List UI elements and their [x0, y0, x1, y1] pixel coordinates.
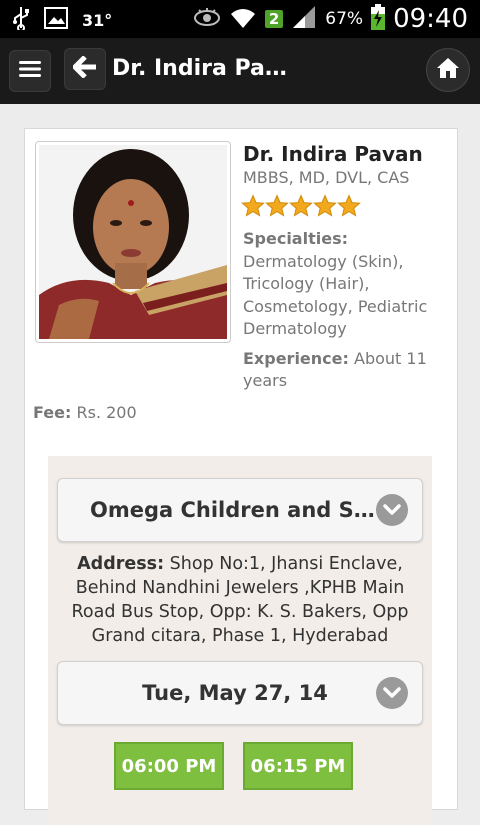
temperature-text: 31° [82, 10, 113, 30]
page-title: Dr. Indira Pa… [112, 56, 287, 81]
clinic-select[interactable]: Omega Children and Skin Clinic [57, 478, 423, 542]
home-icon [436, 57, 460, 83]
notification-badge: 2 [264, 10, 284, 28]
chevron-down-icon [376, 494, 408, 526]
doctor-qualifications: MBBS, MD, DVL, CAS [243, 168, 410, 187]
doctor-name: Dr. Indira Pavan [243, 142, 423, 166]
clinic-section: Omega Children and Skin Clinic Address: … [48, 456, 432, 825]
time-slot-button[interactable]: 06:00 PM [114, 742, 224, 790]
star-icon [313, 193, 337, 225]
experience: Experience: About 11 years [243, 348, 453, 393]
experience-label: Experience: [243, 348, 349, 368]
star-icon [241, 193, 265, 225]
back-button[interactable] [64, 48, 106, 90]
battery-percent: 67% [325, 9, 364, 29]
arrow-left-icon [72, 55, 97, 82]
eye-icon [193, 6, 221, 32]
doctor-info: Dr. Indira Pavan MBBS, MD, DVL, CAS Spec… [241, 141, 453, 393]
status-bar: 31° 2 67% 09:40 [0, 0, 480, 38]
fee-label: Fee: [33, 403, 72, 422]
fee: Fee: Rs. 200 [33, 403, 137, 422]
hamburger-icon [19, 60, 41, 82]
date-select[interactable]: Tue, May 27, 14 [57, 661, 423, 725]
wifi-icon [229, 4, 257, 34]
chevron-down-icon [376, 677, 408, 709]
fee-value: Rs. 200 [76, 403, 137, 422]
menu-button[interactable] [9, 50, 51, 92]
date-select-value: Tue, May 27, 14 [142, 681, 328, 705]
clinic-address: Address: Shop No:1, Jhansi Enclave, Behi… [62, 552, 418, 648]
signal-icon [291, 4, 317, 34]
clock: 09:40 [393, 4, 468, 34]
specialties: Specialties: Dermatology (Skin), Tricolo… [243, 228, 453, 341]
specialties-value: Dermatology (Skin), Tricology (Hair), Co… [243, 251, 428, 339]
doctor-portrait-image [39, 145, 227, 339]
time-slot-button[interactable]: 06:15 PM [243, 742, 353, 790]
star-icon [265, 193, 289, 225]
action-bar: Dr. Indira Pa… [0, 38, 480, 104]
star-icon [337, 193, 361, 225]
content-area: Dr. Indira Pavan MBBS, MD, DVL, CAS Spec… [0, 104, 480, 825]
rating-stars [241, 193, 453, 225]
star-icon [289, 193, 313, 225]
home-button[interactable] [426, 48, 470, 92]
battery-charging-icon [371, 4, 386, 34]
clinic-select-value: Omega Children and Skin Clinic [90, 498, 380, 522]
specialties-label: Specialties: [243, 229, 348, 248]
address-label: Address: [77, 554, 165, 574]
usb-icon [12, 6, 30, 34]
doctor-profile-card: Dr. Indira Pavan MBBS, MD, DVL, CAS Spec… [24, 128, 458, 825]
gallery-icon [44, 7, 68, 33]
doctor-photo [35, 141, 231, 343]
